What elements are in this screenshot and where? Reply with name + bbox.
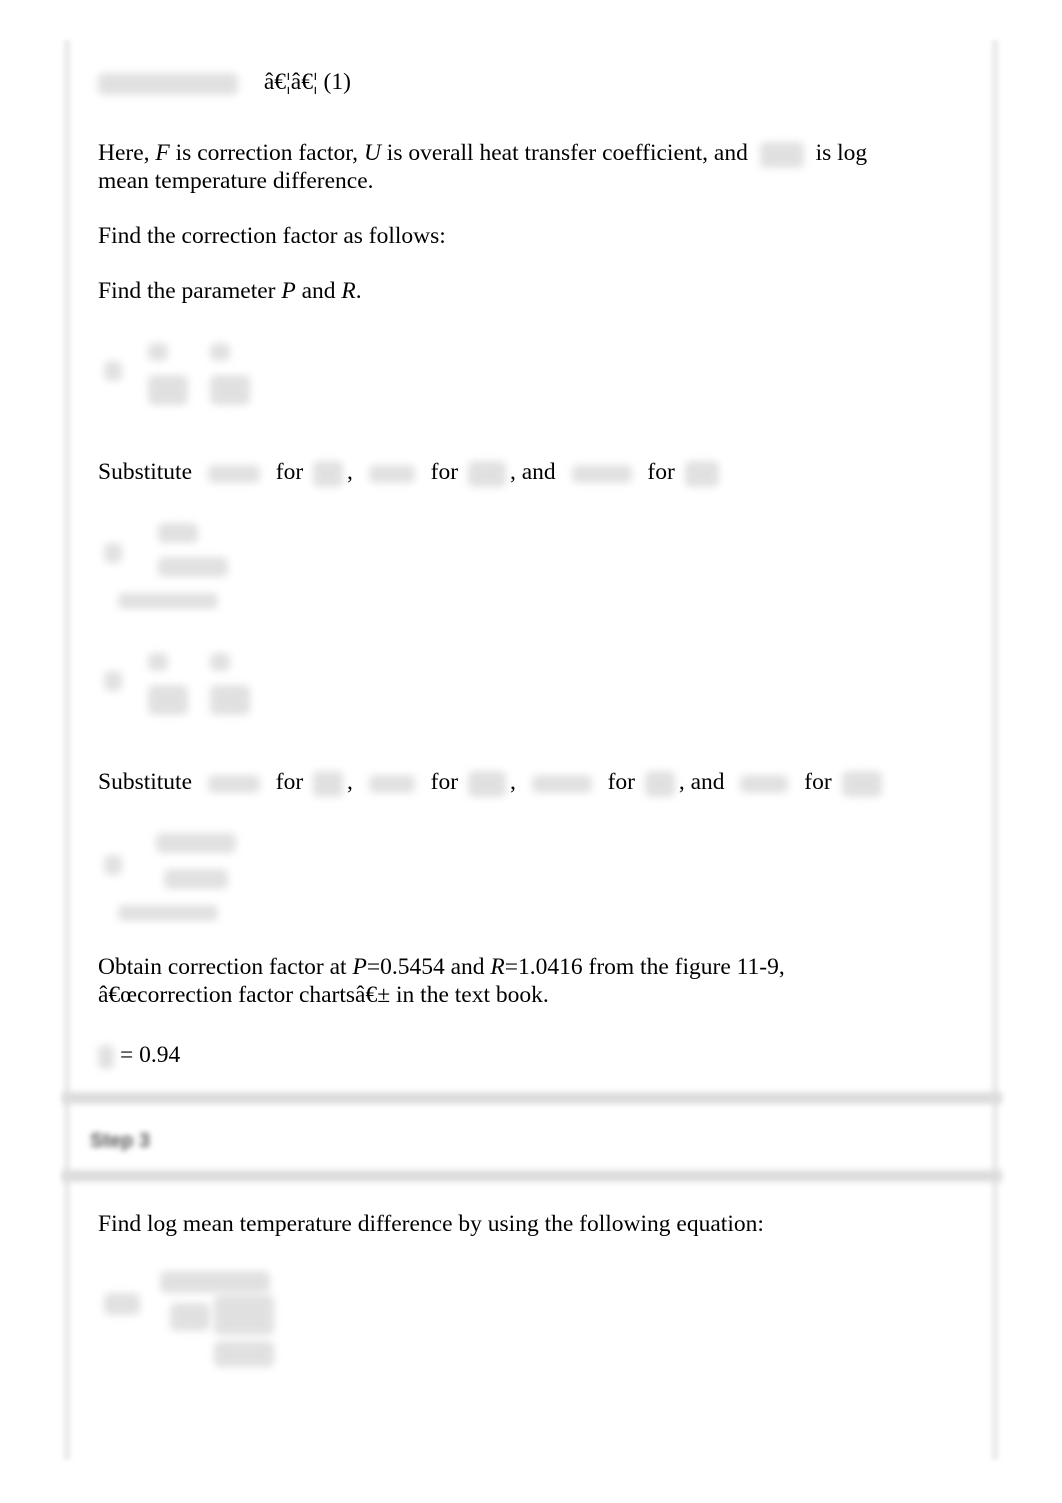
divider [62,1092,1002,1104]
obtain-paragraph: Obtain correction factor at P=0.5454 and… [98,953,785,981]
equation-image-symbol [467,460,506,487]
divider [62,1170,1002,1182]
equation-image-lmtd [98,1265,288,1375]
text: Substitute [98,769,193,795]
text: Find the parameter [98,278,282,304]
text: , [347,459,353,485]
text: Obtain correction factor at [98,954,353,980]
equation-image-R-computation [98,825,268,925]
step-title: Step 3 [90,1130,151,1152]
text: is overall heat transfer coefficient, an… [380,140,754,166]
equation-image-symbol [644,770,675,797]
var-P: P [352,954,367,980]
result-value: = 0.94 [120,1042,181,1068]
correction-factor-result: = 0.94 [98,1041,180,1069]
equation-image-symbol [313,770,344,797]
var-P: P [281,278,296,304]
equation-image-value [368,774,415,793]
card-border-right [990,40,1000,1460]
equation-image-value [531,774,592,793]
var-R: R [490,954,505,980]
substitute-line-2: Substitute for , for , for , and for [98,768,886,797]
text: for [275,769,304,795]
text: for [275,459,304,485]
find-parameter-text: Find the parameter P and R. [98,277,362,305]
equation-image-symbol [841,770,882,797]
definition-paragraph-line2: mean temperature difference. [98,168,374,194]
text: , [347,769,353,795]
text: Substitute [98,459,193,485]
text: for [647,459,675,485]
var-F: F [155,140,170,166]
equation-image-R-definition [98,645,268,725]
var-U: U [363,140,381,166]
text: . [355,278,362,304]
equation-image-P-computation [98,515,268,615]
obtain-paragraph-line2: â€œcorrection factor chartsâ€± in the te… [98,982,549,1008]
text: Here, [98,140,156,166]
equation-image-F-symbol [98,1044,114,1069]
text: and [295,278,342,304]
text: , and [678,769,725,795]
equation-image-value [571,464,632,483]
card-border-left [62,40,72,1460]
text: =0.5454 and [366,954,491,980]
equation-image-P-definition [98,335,268,415]
lmtd-intro-text: Find log mean temperature difference by … [98,1211,764,1237]
text: for [430,459,459,485]
equation-image-value [207,774,260,793]
text: =1.0416 from the figure 11-9, [504,954,785,980]
equation-1-line: â€¦â€¦ (1) [98,68,351,96]
equation-image-lmtd-symbol [759,141,804,168]
text: is log [809,140,868,166]
equation-image-value [368,464,415,483]
text: for [430,769,459,795]
text: , and [509,459,556,485]
equation-image-symbol [684,460,719,487]
text: , [509,769,516,795]
find-correction-text: Find the correction factor as follows: [98,223,446,249]
equation-number: â€¦â€¦ (1) [263,69,351,95]
definition-paragraph: Here, F is correction factor, U is overa… [98,139,867,168]
equation-image-symbol [313,460,344,487]
equation-image-value [207,464,260,483]
equation-image-value [740,774,789,793]
equation-image-symbol [467,770,506,797]
text: for [607,769,635,795]
var-R: R [341,278,356,304]
step-header: Step 3 [62,1092,1002,1182]
substitute-line-1: Substitute for , for , and for [98,458,723,487]
text: for [804,769,832,795]
text: is correction factor, [169,140,364,166]
equation-image [98,72,238,95]
